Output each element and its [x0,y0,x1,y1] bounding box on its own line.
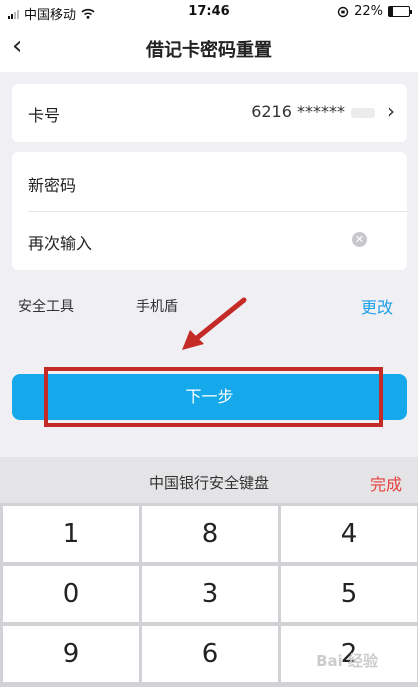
change-tool-link[interactable]: 更改 [361,294,393,318]
card-number-label: 卡号 [28,106,61,125]
key-3[interactable]: 3 [142,566,278,622]
new-password-field[interactable]: 新密码 [28,172,76,196]
key-6[interactable]: 6 [142,626,278,682]
key-2[interactable]: 2 [281,626,417,682]
annotation-arrow-icon [182,297,247,350]
key-9[interactable]: 9 [3,626,139,682]
battery-fill [389,7,394,16]
security-tool-value: 手机盾 [136,299,178,315]
status-bar: 中国移动 17:46 22% [0,0,418,24]
card-number-text: 6216 ****** [251,102,345,121]
key-8[interactable]: 8 [142,506,278,562]
clear-icon[interactable]: ✕ [352,232,367,247]
numeric-keyboard: 1 8 4 0 3 5 9 6 2 Bai 经验 [0,503,418,687]
password-card: 新密码 再次输入 ✕ [12,152,407,270]
key-1[interactable]: 1 [3,506,139,562]
repeat-password-field[interactable]: 再次输入 [28,230,92,254]
keyboard-title: 中国银行安全键盘 [148,474,269,492]
page-title: 借记卡密码重置 [146,40,272,61]
key-5[interactable]: 5 [281,566,417,622]
orientation-lock-icon [337,6,349,17]
card-number-row[interactable]: 卡号 6216 ****** › [12,84,407,142]
nav-bar: ‹ 借记卡密码重置 [0,24,418,72]
next-step-button[interactable]: 下一步 [12,374,407,420]
keyboard-done-button[interactable]: 完成 [370,471,402,495]
battery-percent: 22% [354,4,383,19]
divider [28,211,407,212]
masked-digits [351,107,375,118]
security-tool-label: 安全工具 [18,299,74,315]
battery-icon [388,6,412,17]
status-right: 22% [337,4,412,19]
key-0[interactable]: 0 [3,566,139,622]
key-4[interactable]: 4 [281,506,417,562]
card-number-value: 6216 ****** [251,102,375,121]
keyboard-header: 中国银行安全键盘 完成 [0,457,418,503]
chevron-right-icon: › [387,99,395,123]
